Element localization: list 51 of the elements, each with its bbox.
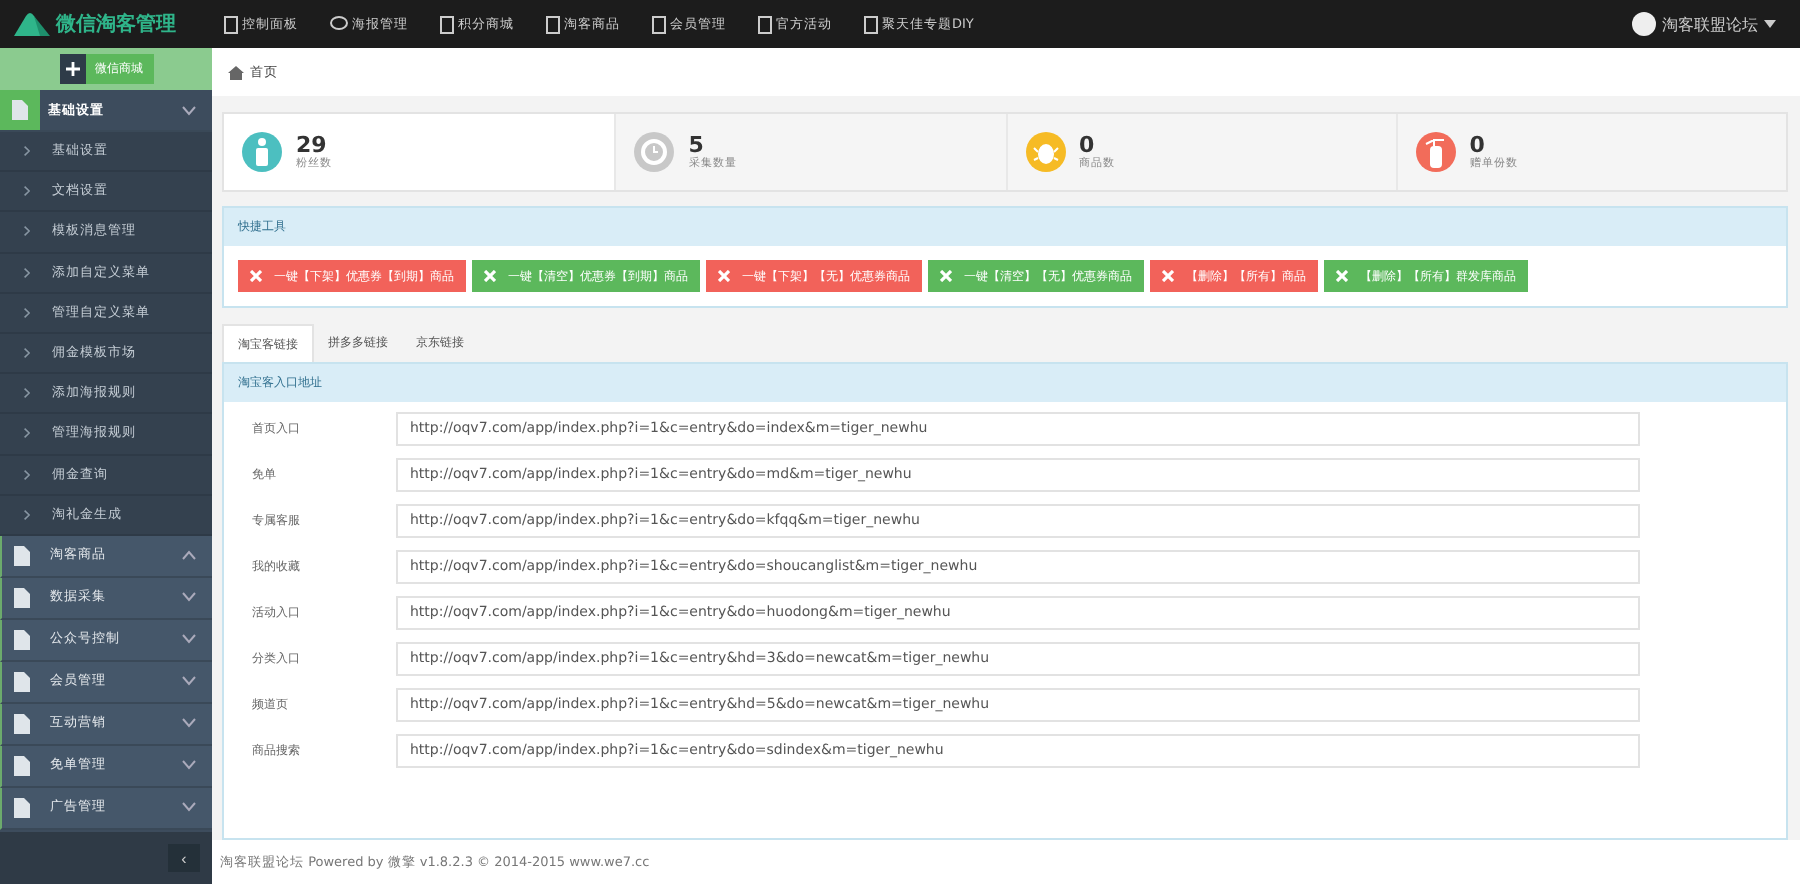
home-icon — [228, 65, 244, 79]
document-icon — [14, 629, 30, 650]
chevron-icon — [182, 550, 196, 561]
chevron-icon — [23, 307, 29, 318]
chevron-icon — [23, 267, 29, 278]
chevron-icon — [23, 388, 29, 399]
document-icon — [12, 100, 28, 120]
document-icon — [14, 755, 30, 776]
chevron-icon — [182, 105, 196, 115]
chevron-icon — [182, 676, 196, 687]
chevron-icon — [182, 634, 196, 645]
chevron-icon — [23, 226, 29, 237]
chevron-icon — [182, 802, 196, 813]
chevron-icon — [182, 592, 196, 603]
document-icon — [652, 15, 666, 33]
chevron-icon — [23, 469, 29, 480]
document-icon — [758, 15, 772, 33]
caret-icon — [1764, 20, 1776, 28]
document-icon — [864, 15, 878, 33]
avatar-icon — [1632, 12, 1656, 36]
stat-value: 0 — [1079, 134, 1095, 156]
brand-title: 微信淘客管理 — [56, 10, 176, 38]
document-icon — [14, 797, 30, 818]
stat-value: 0 — [1469, 134, 1485, 156]
close-icon — [1162, 270, 1174, 282]
chevron-icon — [182, 718, 196, 729]
close-icon — [250, 270, 262, 282]
close-icon — [1336, 270, 1348, 282]
stat-value: 29 — [296, 134, 327, 156]
chevron-icon — [23, 348, 29, 359]
close-icon — [484, 270, 496, 282]
chevron-icon — [23, 146, 29, 157]
user-menu[interactable]: 淘客联盟论坛 — [1632, 12, 1776, 36]
chevron-icon — [23, 509, 29, 520]
document-icon — [14, 713, 30, 734]
chevron-icon — [182, 760, 196, 771]
document-icon — [546, 15, 560, 33]
close-icon — [940, 270, 952, 282]
collapse-button[interactable]: ‹ — [168, 844, 200, 872]
document-icon — [440, 15, 454, 33]
close-icon — [718, 270, 730, 282]
plus-icon — [65, 62, 79, 76]
document-icon — [14, 671, 30, 692]
chat-icon — [330, 16, 348, 32]
chevron-icon — [23, 428, 29, 439]
document-icon — [224, 15, 238, 33]
chevron-icon — [23, 186, 29, 197]
document-icon — [14, 587, 30, 608]
document-icon — [14, 545, 30, 566]
logo-icon — [14, 12, 50, 36]
stat-value: 5 — [688, 134, 704, 156]
